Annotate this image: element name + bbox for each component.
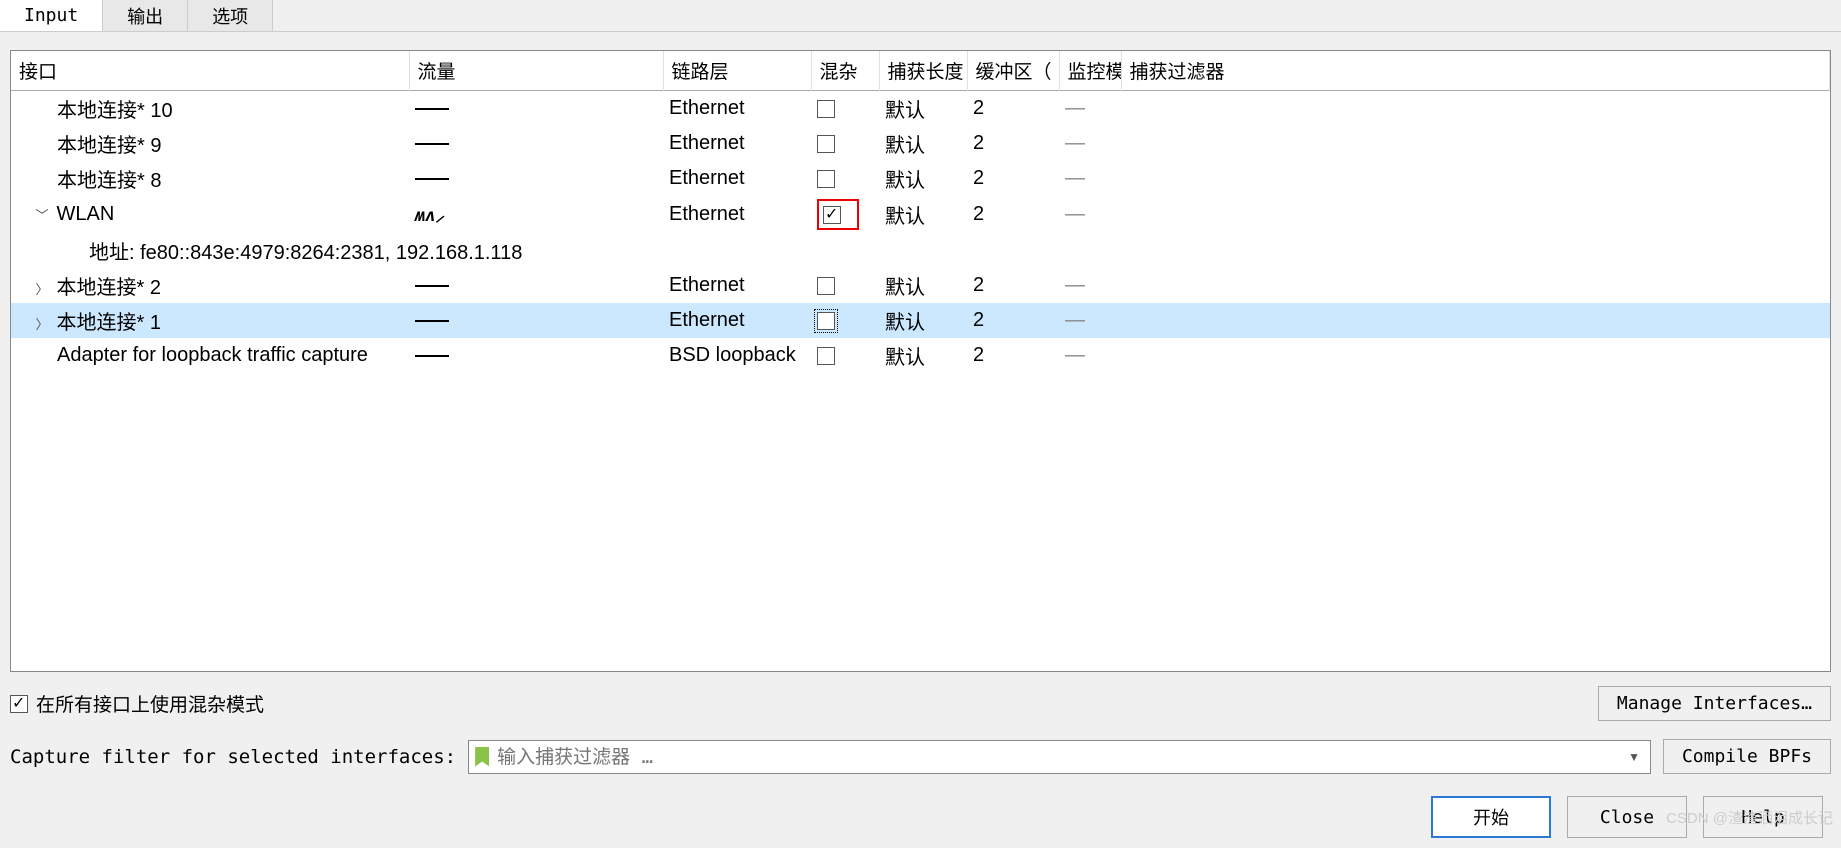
capture-filter-field[interactable]: ▼ bbox=[468, 740, 1651, 774]
link-layer: Ethernet bbox=[663, 303, 811, 338]
link-layer: Ethernet bbox=[663, 126, 811, 161]
link-layer: Ethernet bbox=[663, 268, 811, 303]
monitor-value: — bbox=[1065, 309, 1085, 331]
tab-bar: Input 输出 选项 bbox=[0, 0, 1841, 32]
link-layer: Ethernet bbox=[663, 196, 811, 233]
checkbox-icon bbox=[10, 695, 28, 713]
caplen-value[interactable]: 默认 bbox=[879, 338, 967, 373]
caplen-value[interactable]: 默认 bbox=[879, 91, 967, 127]
capture-filter-input[interactable] bbox=[497, 746, 1624, 768]
buffer-value[interactable]: 2 bbox=[967, 268, 1059, 303]
promiscuous-checkbox[interactable] bbox=[817, 312, 835, 330]
sparkline-icon: ʍʌ⸝ bbox=[415, 206, 444, 226]
header-link[interactable]: 链路层 bbox=[663, 51, 811, 91]
sparkline-icon bbox=[415, 355, 449, 357]
table-row[interactable]: 地址: fe80::843e:4979:8264:2381, 192.168.1… bbox=[11, 233, 1830, 268]
chevron-right-icon[interactable]: 〉 bbox=[33, 314, 51, 333]
table-row[interactable]: 本地连接* 10Ethernet默认2— bbox=[11, 91, 1830, 127]
header-caplen[interactable]: 捕获长度 bbox=[879, 51, 967, 91]
filter-value[interactable] bbox=[1121, 126, 1830, 161]
filter-value[interactable] bbox=[1121, 303, 1830, 338]
tab-input[interactable]: Input bbox=[0, 0, 103, 31]
caplen-value[interactable]: 默认 bbox=[879, 303, 967, 338]
buffer-value[interactable]: 2 bbox=[967, 338, 1059, 373]
dialog-button-bar: 开始 Close Help bbox=[10, 796, 1831, 838]
filter-value[interactable] bbox=[1121, 91, 1830, 127]
sparkline-icon bbox=[415, 320, 449, 322]
chevron-down-icon[interactable]: ﹀ bbox=[33, 205, 51, 224]
caplen-value[interactable]: 默认 bbox=[879, 196, 967, 233]
header-prom[interactable]: 混杂 bbox=[811, 51, 879, 91]
chevron-right-icon[interactable]: 〉 bbox=[33, 279, 51, 298]
monitor-value: — bbox=[1065, 344, 1085, 366]
promiscuous-checkbox[interactable] bbox=[817, 170, 835, 188]
chevron-down-icon[interactable]: ▼ bbox=[1624, 750, 1644, 764]
compile-bpfs-button[interactable]: Compile BPFs bbox=[1663, 739, 1831, 774]
caplen-value[interactable]: 默认 bbox=[879, 268, 967, 303]
interface-address: 地址: fe80::843e:4979:8264:2381, 192.168.1… bbox=[17, 236, 522, 265]
filter-value[interactable] bbox=[1121, 161, 1830, 196]
promiscuous-all-label: 在所有接口上使用混杂模式 bbox=[36, 690, 264, 717]
filter-value[interactable] bbox=[1121, 196, 1830, 233]
promiscuous-checkbox[interactable] bbox=[823, 206, 841, 224]
monitor-value: — bbox=[1065, 203, 1085, 225]
header-filter[interactable]: 捕获过滤器 bbox=[1121, 51, 1830, 91]
table-row[interactable]: 〉 本地连接* 1Ethernet默认2— bbox=[11, 303, 1830, 338]
bookmark-icon[interactable] bbox=[475, 747, 489, 767]
filter-value[interactable] bbox=[1121, 338, 1830, 373]
monitor-value: — bbox=[1065, 132, 1085, 154]
tab-output[interactable]: 输出 bbox=[103, 0, 188, 31]
monitor-value: — bbox=[1065, 274, 1085, 296]
table-row[interactable]: 本地连接* 8Ethernet默认2— bbox=[11, 161, 1830, 196]
buffer-value[interactable]: 2 bbox=[967, 196, 1059, 233]
table-row[interactable]: 本地连接* 9Ethernet默认2— bbox=[11, 126, 1830, 161]
sparkline-icon bbox=[415, 143, 449, 145]
buffer-value[interactable]: 2 bbox=[967, 161, 1059, 196]
start-button[interactable]: 开始 bbox=[1431, 796, 1551, 838]
capture-filter-label: Capture filter for selected interfaces: bbox=[10, 746, 456, 768]
table-row[interactable]: 〉 本地连接* 2Ethernet默认2— bbox=[11, 268, 1830, 303]
sparkline-icon bbox=[415, 178, 449, 180]
promiscuous-checkbox[interactable] bbox=[817, 277, 835, 295]
buffer-value[interactable]: 2 bbox=[967, 91, 1059, 127]
help-button[interactable]: Help bbox=[1703, 796, 1823, 838]
promiscuous-checkbox[interactable] bbox=[817, 347, 835, 365]
caplen-value[interactable]: 默认 bbox=[879, 161, 967, 196]
close-button[interactable]: Close bbox=[1567, 796, 1687, 838]
link-layer: Ethernet bbox=[663, 161, 811, 196]
filter-value[interactable] bbox=[1121, 268, 1830, 303]
sparkline-icon bbox=[415, 108, 449, 110]
promiscuous-checkbox[interactable] bbox=[817, 135, 835, 153]
link-layer: Ethernet bbox=[663, 91, 811, 127]
sparkline-icon bbox=[415, 285, 449, 287]
header-monitor[interactable]: 监控模 bbox=[1059, 51, 1121, 91]
tab-options[interactable]: 选项 bbox=[188, 0, 273, 31]
monitor-value: — bbox=[1065, 97, 1085, 119]
promiscuous-checkbox[interactable] bbox=[817, 100, 835, 118]
caplen-value[interactable]: 默认 bbox=[879, 126, 967, 161]
link-layer: BSD loopback bbox=[663, 338, 811, 373]
table-row[interactable]: ﹀ WLANʍʌ⸝Ethernet默认2— bbox=[11, 196, 1830, 233]
monitor-value: — bbox=[1065, 167, 1085, 189]
table-row[interactable]: Adapter for loopback traffic captureBSD … bbox=[11, 338, 1830, 373]
interface-table: 接口 流量 链路层 混杂 捕获长度 缓冲区（ 监控模 捕获过滤器 本地连接* 1… bbox=[10, 50, 1831, 672]
header-interface[interactable]: 接口 bbox=[11, 51, 409, 91]
buffer-value[interactable]: 2 bbox=[967, 303, 1059, 338]
manage-interfaces-button[interactable]: Manage Interfaces… bbox=[1598, 686, 1831, 721]
buffer-value[interactable]: 2 bbox=[967, 126, 1059, 161]
promiscuous-all-checkbox[interactable]: 在所有接口上使用混杂模式 bbox=[10, 690, 264, 717]
header-traffic[interactable]: 流量 bbox=[409, 51, 663, 91]
header-buffer[interactable]: 缓冲区（ bbox=[967, 51, 1059, 91]
